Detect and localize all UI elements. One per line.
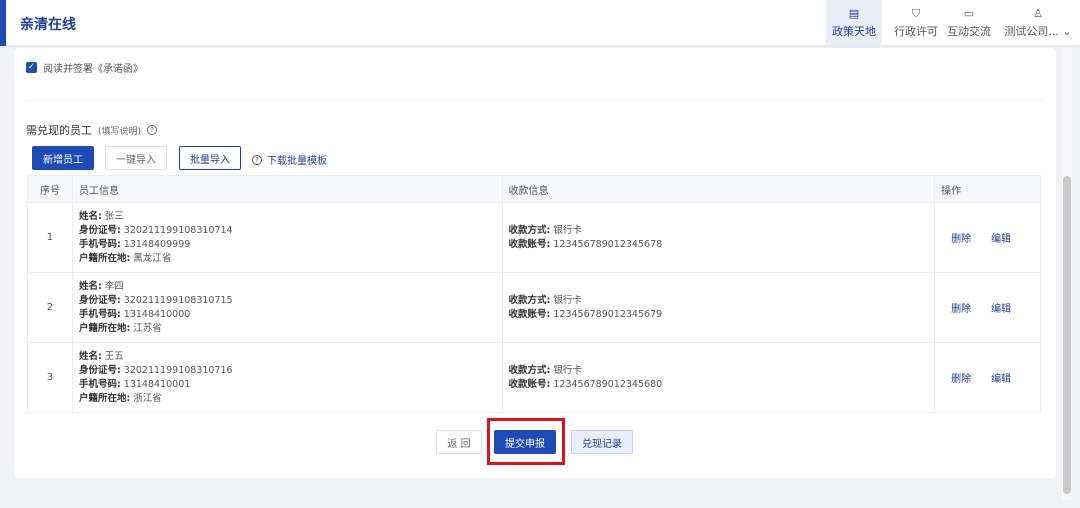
chevron-down-icon: ⌄ <box>1062 24 1072 38</box>
delete-button[interactable]: 删除 <box>951 234 971 245</box>
edit-button[interactable]: 编辑 <box>991 234 1011 245</box>
table-header-row: 序号 员工信息 收款信息 操作 <box>27 175 1041 203</box>
employee-info-cell: 姓名: 王五 身份证号: 320211199108310716 手机号码: 13… <box>71 342 503 413</box>
user-icon: ♙ <box>1033 6 1043 20</box>
column-header-index: 序号 <box>27 175 73 203</box>
payment-info-cell: 收款方式: 银行卡 收款账号: 123456789012345679 <box>501 272 936 343</box>
employee-hukou: 户籍所在地: 浙江省 <box>78 392 162 404</box>
employee-id: 身份证号: 320211199108310714 <box>78 224 233 236</box>
employee-info-cell: 姓名: 李四 身份证号: 320211199108310715 手机号码: 13… <box>71 272 503 343</box>
back-button[interactable]: 返 回 <box>436 430 482 454</box>
employee-hukou: 户籍所在地: 江苏省 <box>78 322 162 334</box>
employee-hukou: 户籍所在地: 黑龙江省 <box>78 252 172 264</box>
employee-id: 身份证号: 320211199108310716 <box>78 364 233 376</box>
row-index: 1 <box>27 202 73 273</box>
employee-name: 姓名: 王五 <box>78 350 124 362</box>
payment-account: 收款账号: 123456789012345678 <box>508 238 663 250</box>
instructions-link[interactable]: (填写说明) <box>98 124 141 137</box>
scrollbar-thumb[interactable] <box>1063 176 1071 494</box>
nav-policy[interactable]: ▤ 政策天地 <box>826 0 882 46</box>
brand-accent <box>0 0 6 46</box>
actions-cell: 删除 编辑 <box>934 342 1041 413</box>
employee-phone: 手机号码: 13148410000 <box>78 308 191 320</box>
payment-method: 收款方式: 银行卡 <box>508 364 582 376</box>
nav-policy-label: 政策天地 <box>832 24 876 38</box>
nav-interaction-label: 互动交流 <box>947 24 991 38</box>
section-title: 需兑现的员工 (填写说明) ? <box>26 122 158 138</box>
table-row: 1 姓名: 张三 身份证号: 320211199108310714 手机号码: … <box>27 202 1041 273</box>
employee-table: 序号 员工信息 收款信息 操作 1 姓名: 张三 身份证号: 320211199… <box>27 175 1041 413</box>
column-header-payment: 收款信息 <box>501 175 936 203</box>
nav-permit[interactable]: ⛉ 行政许可 <box>888 0 944 46</box>
edit-button[interactable]: 编辑 <box>991 304 1011 315</box>
actions-cell: 删除 编辑 <box>934 272 1041 343</box>
one-click-import-button[interactable]: 一键导入 <box>105 146 167 170</box>
employee-info-cell: 姓名: 张三 身份证号: 320211199108310714 手机号码: 13… <box>71 202 503 273</box>
agreement-checkbox-row[interactable]: ✓ 阅读并签署《承诺函》 <box>26 60 143 75</box>
table-row: 3 姓名: 王五 身份证号: 320211199108310716 手机号码: … <box>27 342 1041 413</box>
edit-button[interactable]: 编辑 <box>991 374 1011 385</box>
table-row: 2 姓名: 李四 身份证号: 320211199108310715 手机号码: … <box>27 272 1041 343</box>
employee-id: 身份证号: 320211199108310715 <box>78 294 233 306</box>
payment-info-cell: 收款方式: 银行卡 收款账号: 123456789012345678 <box>501 202 936 273</box>
employee-phone: 手机号码: 13148409999 <box>78 238 191 250</box>
payment-account: 收款账号: 123456789012345680 <box>508 378 663 390</box>
row-index: 2 <box>27 272 73 343</box>
help-icon[interactable]: ? <box>147 125 158 135</box>
nav-account-label: 测试公司... ⌄ <box>1004 24 1072 38</box>
records-button[interactable]: 兑现记录 <box>571 430 633 454</box>
delete-button[interactable]: 删除 <box>951 374 971 385</box>
checkbox-checked-icon[interactable]: ✓ <box>26 62 37 73</box>
divider <box>26 100 1042 101</box>
top-bar: 亲清在线 ▤ 政策天地 ⛉ 行政许可 ▭ 互动交流 ♙ 测试公司... ⌄ <box>0 0 1080 46</box>
add-employee-button[interactable]: 新增员工 <box>32 146 94 170</box>
employee-name: 姓名: 李四 <box>78 280 124 292</box>
payment-info-cell: 收款方式: 银行卡 收款账号: 123456789012345680 <box>501 342 936 413</box>
highlight-box <box>487 418 565 465</box>
column-header-actions: 操作 <box>934 175 1041 203</box>
agreement-label: 阅读并签署《承诺函》 <box>43 64 143 75</box>
download-template-link[interactable]: ? 下载批量模板 <box>252 152 327 167</box>
nav-permit-label: 行政许可 <box>894 24 938 38</box>
employee-name: 姓名: 张三 <box>78 210 124 222</box>
payment-method: 收款方式: 银行卡 <box>508 294 582 306</box>
download-template-label: 下载批量模板 <box>267 156 327 167</box>
column-header-employee: 员工信息 <box>71 175 503 203</box>
employees-title: 需兑现的员工 <box>26 124 92 137</box>
document-icon: ▤ <box>848 6 860 20</box>
chat-icon: ▭ <box>963 6 975 20</box>
brand-title: 亲清在线 <box>20 17 76 33</box>
employee-phone: 手机号码: 13148410001 <box>78 378 191 390</box>
payment-account: 收款账号: 123456789012345679 <box>508 308 663 320</box>
actions-cell: 删除 编辑 <box>934 202 1041 273</box>
shield-icon: ⛉ <box>911 6 921 20</box>
delete-button[interactable]: 删除 <box>951 304 971 315</box>
nav-account[interactable]: ♙ 测试公司... ⌄ <box>1004 0 1072 46</box>
payment-method: 收款方式: 银行卡 <box>508 224 582 236</box>
help-icon: ? <box>252 154 262 165</box>
batch-import-button[interactable]: 批量导入 <box>179 146 241 170</box>
nav-interaction[interactable]: ▭ 互动交流 <box>944 0 994 46</box>
row-index: 3 <box>27 342 73 413</box>
